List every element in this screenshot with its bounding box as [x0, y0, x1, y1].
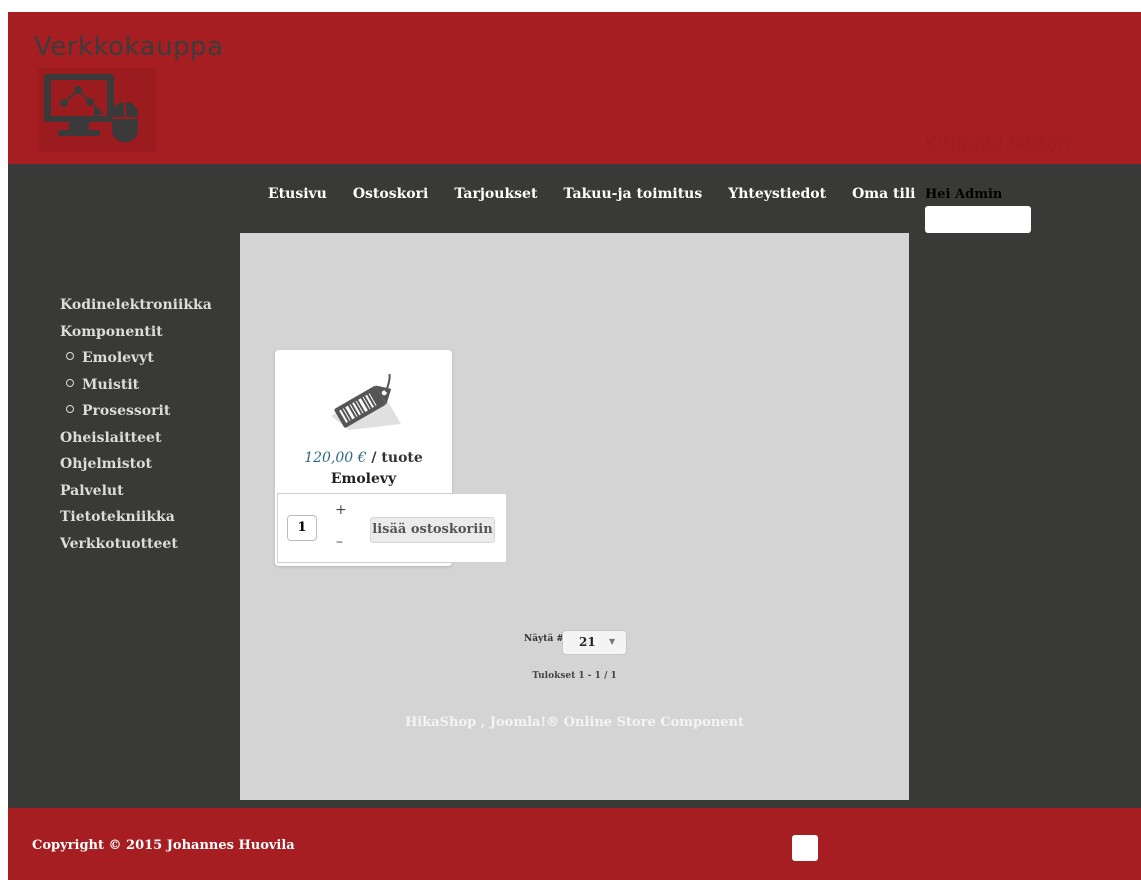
- sidebar-subitem-muistit[interactable]: Muistit: [60, 372, 212, 399]
- price-value: 120,00 €: [304, 450, 367, 466]
- category-sidebar: Kodinelektroniikka Komponentit Emolevyt …: [60, 292, 212, 557]
- results-count: Tulokset 1 - 1 / 1: [532, 671, 617, 681]
- sidebar-item-ohjelmistot[interactable]: Ohjelmistot: [60, 451, 212, 478]
- chevron-down-icon: ▼: [609, 636, 616, 646]
- nav-item-tarjoukset[interactable]: Tarjoukset: [454, 186, 537, 202]
- sidebar-item-palvelut[interactable]: Palvelut: [60, 478, 212, 505]
- greeting-text: Hei Admin: [925, 187, 1003, 202]
- limit-value: 21: [579, 635, 596, 649]
- nav-item-oma-tili[interactable]: Oma tili: [852, 186, 915, 202]
- computer-mouse-network-logo-icon[interactable]: [38, 68, 156, 152]
- product-name[interactable]: Emolevy: [275, 471, 452, 487]
- quantity-minus-button[interactable]: –: [336, 534, 343, 550]
- product-price: 120,00 € / tuote: [275, 450, 452, 466]
- sidebar-subitem-emolevyt[interactable]: Emolevyt: [60, 345, 212, 372]
- powered-by-link[interactable]: HikaShop , Joomla!® Online Store Compone…: [240, 715, 909, 730]
- main-area: Etusivu Ostoskori Tarjoukset Takuu-ja to…: [8, 164, 1141, 808]
- sidebar-subitem-prosessorit[interactable]: Prosessorit: [60, 398, 212, 425]
- add-to-cart-form: 1 + – lisää ostoskoriin: [277, 493, 507, 563]
- bullet-icon: [66, 405, 74, 413]
- price-tag-icon[interactable]: [323, 374, 407, 434]
- sidebar-item-oheislaitteet[interactable]: Oheislaitteet: [60, 425, 212, 452]
- footer-button[interactable]: [792, 835, 818, 861]
- sidebar-subitem-label: Muistit: [82, 376, 140, 393]
- copyright-text: Copyright © 2015 Johannes Huovila: [32, 838, 295, 853]
- nav-item-yhteystiedot[interactable]: Yhteystiedot: [728, 186, 826, 202]
- add-to-cart-button[interactable]: lisää ostoskoriin: [370, 517, 495, 543]
- nav-item-etusivu[interactable]: Etusivu: [268, 186, 327, 202]
- sidebar-item-kodinelektroniikka[interactable]: Kodinelektroniikka: [60, 292, 212, 319]
- bullet-icon: [66, 378, 74, 387]
- quantity-input[interactable]: 1: [287, 515, 317, 541]
- main-nav: Etusivu Ostoskori Tarjoukset Takuu-ja to…: [268, 186, 941, 202]
- sidebar-item-komponentit[interactable]: Komponentit: [60, 319, 212, 346]
- nav-item-ostoskori[interactable]: Ostoskori: [353, 186, 429, 202]
- sidebar-subitem-label: Prosessorit: [82, 403, 171, 419]
- product-listing: 120,00 € / tuote Emolevy 1 + – lisää ost…: [240, 233, 909, 800]
- login-title: Kirjaudu sisään: [925, 132, 1071, 154]
- product-card: 120,00 € / tuote Emolevy 1 + – lisää ost…: [275, 350, 507, 566]
- sidebar-subitem-label: Emolevyt: [82, 350, 154, 366]
- bullet-icon: [66, 352, 74, 360]
- sidebar-item-tietotekniikka[interactable]: Tietotekniikka: [60, 504, 212, 531]
- site-footer: Copyright © 2015 Johannes Huovila: [8, 808, 1141, 880]
- site-title[interactable]: Verkkokauppa: [34, 32, 224, 62]
- price-unit: / tuote: [366, 450, 423, 466]
- limit-label: Näytä #: [524, 634, 564, 644]
- nav-item-takuu-ja-toimitus[interactable]: Takuu-ja toimitus: [563, 186, 702, 202]
- sidebar-item-verkkotuotteet[interactable]: Verkkotuotteet: [60, 531, 212, 558]
- quantity-plus-button[interactable]: +: [335, 502, 347, 518]
- limit-select[interactable]: 21 ▼: [562, 630, 627, 655]
- logout-button[interactable]: [925, 206, 1031, 233]
